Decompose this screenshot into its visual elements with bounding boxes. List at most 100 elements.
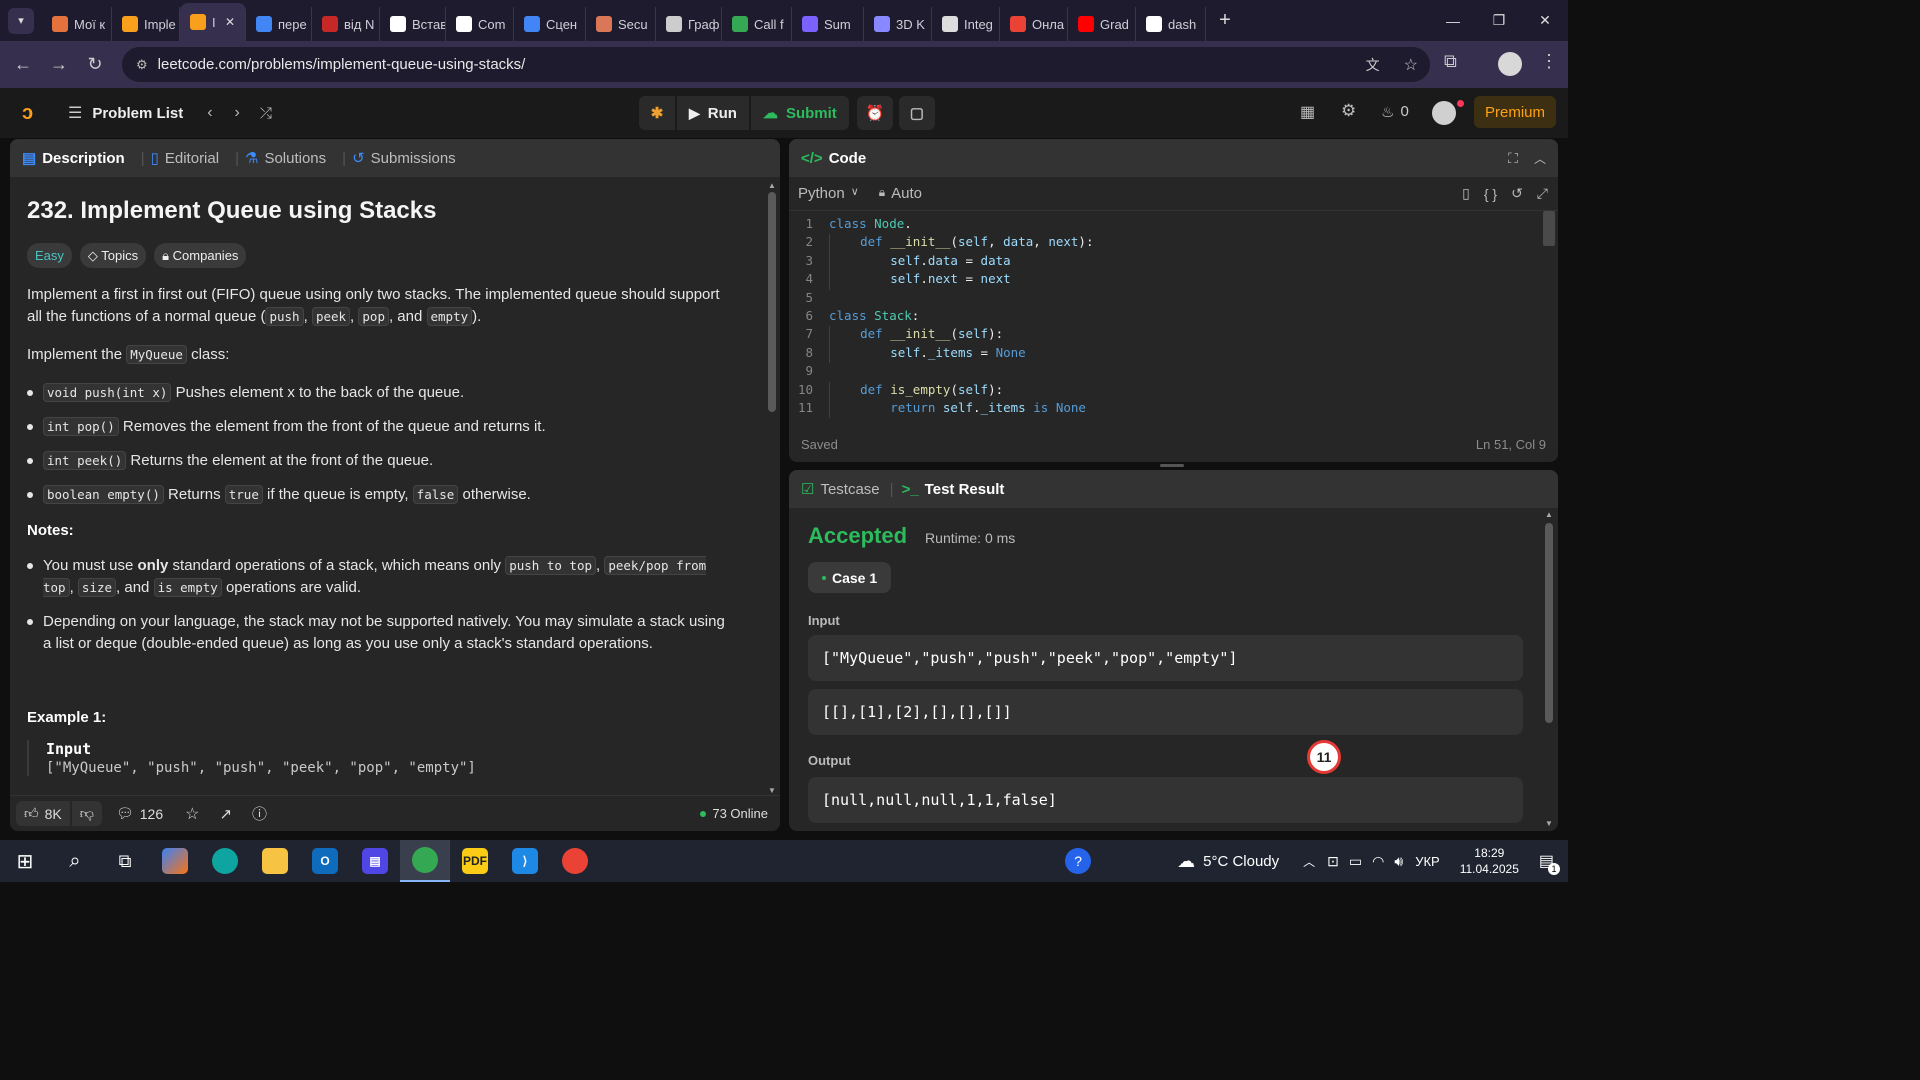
site-info-icon[interactable]: ⚙ bbox=[136, 57, 148, 73]
browser-tab[interactable]: dash bbox=[1136, 7, 1206, 41]
streak-counter[interactable]: ♨ 0 bbox=[1381, 103, 1409, 121]
taskbar-pdf[interactable]: PDF bbox=[450, 840, 500, 882]
input-language[interactable]: УКР bbox=[1415, 854, 1440, 869]
translate-icon[interactable]: 文 bbox=[1366, 55, 1380, 75]
browser-tab[interactable]: Com bbox=[446, 7, 514, 41]
browser-tab[interactable]: Grad bbox=[1068, 7, 1136, 41]
browser-tab[interactable]: Integ bbox=[932, 7, 1000, 41]
favorite-star-icon[interactable]: ☆ bbox=[185, 804, 199, 824]
start-button[interactable]: ⊞ bbox=[0, 840, 50, 882]
browser-tab[interactable]: Онла bbox=[1000, 7, 1068, 41]
taskbar-chrome[interactable] bbox=[400, 840, 450, 882]
meet-icon[interactable]: ⊡ bbox=[1327, 853, 1339, 870]
battery-icon[interactable]: ▭ bbox=[1349, 853, 1362, 870]
comments-button[interactable]: 💬︎ 126 bbox=[108, 801, 171, 826]
submit-button[interactable]: ☁ Submit bbox=[750, 96, 849, 130]
clock[interactable]: 18:29 11.04.2025 bbox=[1460, 845, 1519, 877]
minimize-icon[interactable]: — bbox=[1430, 0, 1476, 41]
search-button[interactable]: ⌕ bbox=[50, 840, 100, 882]
notes-button[interactable]: ▢ bbox=[898, 96, 935, 130]
tab-editorial[interactable]: ▯ Editorial bbox=[151, 149, 219, 168]
code-editor[interactable]: 1 class Node. 2 def __init__(self, data, n… bbox=[789, 216, 1539, 426]
tab-search-button[interactable]: ▾ bbox=[8, 7, 34, 34]
case-button[interactable]: Case 1 bbox=[808, 562, 892, 593]
description-scrollbar[interactable]: ▲ ▼ bbox=[766, 181, 778, 795]
close-window-icon[interactable]: ✕ bbox=[1522, 0, 1568, 41]
tab-submissions[interactable]: ↺ Submissions bbox=[352, 149, 456, 168]
reload-icon[interactable]: ↻ bbox=[77, 47, 113, 83]
taskbar-outlook[interactable]: O bbox=[300, 840, 350, 882]
panel-resize-handle[interactable] bbox=[1160, 464, 1184, 467]
debug-button[interactable]: ✱ bbox=[639, 96, 675, 130]
expand-icon[interactable]: ⤢ bbox=[1537, 185, 1548, 202]
auto-mode[interactable]: 🔒︎ Auto bbox=[879, 185, 922, 202]
like-button[interactable]: 👍︎ 8K bbox=[16, 801, 70, 826]
problem-list-button[interactable]: ☰ Problem List bbox=[68, 103, 183, 123]
difficulty-badge[interactable]: Easy bbox=[27, 243, 72, 268]
settings-gear-icon[interactable]: ⚙ bbox=[1341, 101, 1356, 121]
chevron-up-icon[interactable]: ︿ bbox=[1303, 853, 1315, 870]
url-field[interactable]: ⚙ leetcode.com/problems/implement-queue-… bbox=[122, 47, 1430, 82]
editor-scrollbar[interactable] bbox=[1543, 211, 1555, 246]
notification-center[interactable]: ▤ 1 bbox=[1539, 851, 1560, 875]
format-braces-icon[interactable]: { } bbox=[1484, 186, 1497, 202]
result-scrollbar[interactable]: ▲ ▼ bbox=[1543, 510, 1555, 828]
run-button[interactable]: ▶ Run bbox=[677, 96, 749, 130]
shuffle-icon[interactable]: ⤮ bbox=[260, 105, 272, 122]
browser-tab[interactable]: 3D K bbox=[864, 7, 932, 41]
profile-avatar[interactable] bbox=[1498, 52, 1522, 76]
task-view-button[interactable]: ⧉ bbox=[100, 840, 150, 882]
new-tab-button[interactable]: + bbox=[1210, 9, 1240, 32]
bookmark-star-icon[interactable]: ☆ bbox=[1404, 55, 1418, 75]
premium-button[interactable]: Premium bbox=[1474, 96, 1556, 128]
taskbar-edge[interactable] bbox=[200, 840, 250, 882]
layout-icon[interactable]: ▦ bbox=[1300, 102, 1315, 122]
browser-tab[interactable]: Сцен bbox=[514, 7, 586, 41]
timer-button[interactable]: ⏰ bbox=[856, 96, 893, 130]
extensions-icon[interactable]: ⧉ bbox=[1444, 51, 1457, 72]
help-icon[interactable]: ⓘ bbox=[252, 803, 267, 824]
browser-tab[interactable]: Call f bbox=[722, 7, 792, 41]
wifi-icon[interactable]: ◠ bbox=[1372, 853, 1384, 870]
tab-test-result[interactable]: >_ Test Result bbox=[902, 481, 1005, 498]
collapse-icon[interactable]: ︿ bbox=[1534, 150, 1546, 167]
browser-tab[interactable]: Встав bbox=[380, 7, 446, 41]
tab-code[interactable]: </> Code bbox=[801, 150, 866, 167]
tab-solutions[interactable]: ⚗ Solutions bbox=[245, 149, 326, 168]
browser-tab[interactable]: від N bbox=[312, 7, 380, 41]
prev-problem-icon[interactable]: ‹ bbox=[207, 104, 212, 122]
taskbar-calendar[interactable]: ▤ bbox=[350, 840, 400, 882]
taskbar-explorer[interactable] bbox=[250, 840, 300, 882]
browser-tab[interactable]: пере bbox=[246, 7, 312, 41]
reset-icon[interactable]: ↺ bbox=[1511, 185, 1523, 202]
browser-tab[interactable]: Мої к bbox=[42, 7, 112, 41]
taskbar-vscode[interactable]: ⟩ bbox=[500, 840, 550, 882]
user-avatar[interactable] bbox=[1432, 101, 1456, 125]
volume-icon[interactable]: 🔊︎ bbox=[1394, 853, 1403, 870]
browser-menu-icon[interactable]: ⋮ bbox=[1540, 51, 1558, 72]
tab-testcase[interactable]: ☑ Testcase bbox=[801, 480, 880, 499]
leetcode-logo-icon[interactable]: ↄ bbox=[22, 102, 42, 124]
back-icon[interactable]: ← bbox=[5, 47, 41, 83]
restore-icon[interactable]: ❐ bbox=[1476, 0, 1522, 41]
taskbar-chrome-2[interactable] bbox=[550, 840, 600, 882]
browser-tab[interactable]: I ✕ bbox=[180, 3, 246, 41]
browser-tab[interactable]: Sum bbox=[792, 7, 864, 41]
language-select[interactable]: Python ∨ bbox=[798, 185, 859, 202]
browser-tab[interactable]: Secu bbox=[586, 7, 656, 41]
browser-tab[interactable]: Граф bbox=[656, 7, 722, 41]
topics-badge[interactable]: ◇ Topics bbox=[79, 243, 147, 268]
close-tab-icon[interactable]: ✕ bbox=[225, 15, 235, 29]
next-problem-icon[interactable]: › bbox=[235, 104, 240, 122]
fullscreen-icon[interactable]: ⛶ bbox=[1508, 150, 1518, 167]
dislike-button[interactable]: 👎︎ bbox=[71, 801, 102, 826]
weather-widget[interactable]: ☁ 5°C Cloudy bbox=[1177, 851, 1279, 872]
forward-icon[interactable]: → bbox=[41, 47, 77, 83]
browser-tab[interactable]: Imple bbox=[112, 7, 180, 41]
taskbar-copilot[interactable] bbox=[150, 840, 200, 882]
companies-badge[interactable]: 🔒︎ Companies bbox=[154, 243, 247, 268]
tab-description[interactable]: ▤ Description bbox=[22, 149, 125, 168]
share-icon[interactable]: ↗ bbox=[219, 805, 232, 823]
bookmark-icon[interactable]: ▯ bbox=[1462, 185, 1470, 202]
help-tray-icon[interactable]: ? bbox=[1065, 848, 1092, 874]
